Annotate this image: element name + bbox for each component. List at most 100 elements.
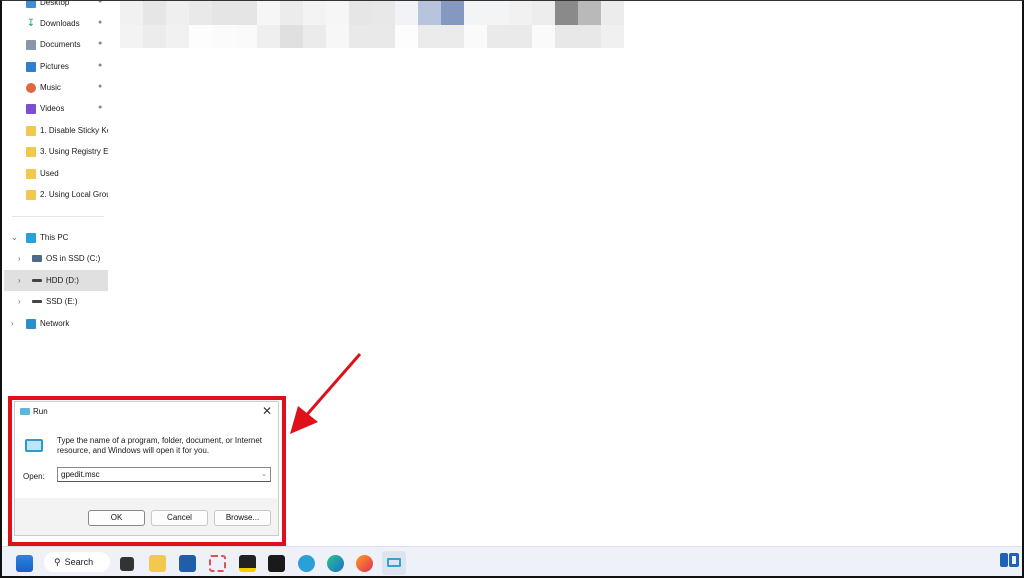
mosaic-cell — [578, 24, 602, 48]
search-icon: ⚲ — [54, 556, 61, 567]
nav-label: Pictures — [40, 62, 69, 71]
obs-icon[interactable] — [268, 555, 285, 572]
chevron-right-icon[interactable]: › — [18, 276, 21, 285]
nav-item-videos[interactable]: Videos ● — [4, 98, 108, 119]
mosaic-cell — [120, 1, 143, 25]
file-explorer-icon[interactable] — [149, 555, 166, 572]
nav-item-music[interactable]: Music ● — [4, 77, 108, 98]
pin-icon[interactable]: ● — [98, 104, 102, 111]
drive-icon — [32, 300, 42, 303]
pin-icon[interactable]: ● — [98, 1, 102, 5]
mosaic-cell — [257, 1, 281, 25]
nav-item-this-pc[interactable]: ⌄ This PC — [4, 227, 108, 248]
mosaic-cell — [532, 24, 556, 48]
pictures-icon — [26, 61, 36, 72]
start-icon[interactable] — [16, 555, 33, 572]
mosaic-cell — [463, 1, 487, 25]
mosaic-cell — [165, 24, 189, 48]
watermark-logo-icon — [998, 551, 1022, 573]
mosaic-cell — [257, 24, 281, 48]
taskbar: ⚲ Search — [2, 546, 1022, 576]
nav-item-network[interactable]: › Network — [4, 313, 108, 334]
nav-label: HDD (D:) — [46, 276, 79, 285]
mosaic-cell — [371, 24, 395, 48]
nav-label: Used — [40, 169, 59, 178]
mosaic-cell — [371, 1, 395, 25]
nav-item-desktop[interactable]: Desktop ● — [4, 0, 108, 13]
chevron-down-icon[interactable]: ⌄ — [11, 233, 18, 242]
search-label: Search — [64, 557, 94, 567]
mosaic-cell — [349, 1, 372, 25]
task-view-icon[interactable] — [120, 557, 134, 571]
mosaic-cell — [509, 1, 533, 25]
edge-icon[interactable] — [327, 555, 344, 572]
nav-item-folder[interactable]: 3. Using Registry Ec — [4, 141, 108, 162]
nav-item-folder[interactable]: 1. Disable Sticky Ke — [4, 120, 108, 141]
desktop-icon — [26, 1, 36, 8]
mosaic-cell — [234, 1, 258, 25]
taskbar-search[interactable]: ⚲ Search — [44, 552, 110, 572]
pin-icon[interactable]: ● — [98, 83, 102, 90]
nav-item-folder[interactable]: 2. Using Local Grou — [4, 184, 108, 205]
pin-icon[interactable]: ● — [98, 62, 102, 69]
nav-item-documents[interactable]: Documents ● — [4, 34, 108, 55]
music-icon — [26, 82, 36, 93]
mosaic-cell — [509, 24, 533, 48]
mosaic-cell — [555, 24, 579, 48]
mosaic-cell — [280, 24, 304, 48]
mosaic-cell — [120, 24, 143, 48]
run-taskbar-icon[interactable] — [382, 551, 406, 575]
nav-item-drive-d[interactable]: › HDD (D:) — [4, 270, 108, 291]
nav-label: Videos — [40, 104, 65, 113]
screen: Desktop ● ↧ Downloads ● Documents ● Pict… — [0, 0, 1024, 578]
chevron-right-icon[interactable]: › — [18, 254, 21, 263]
nav-item-drive-c[interactable]: › OS in SSD (C:) — [4, 248, 108, 269]
chevron-right-icon[interactable]: › — [18, 297, 21, 306]
sticky-notes-icon[interactable] — [239, 555, 256, 572]
mosaic-cell — [142, 1, 166, 25]
mosaic-cell — [303, 1, 327, 25]
mosaic-cell — [165, 1, 189, 25]
microsoft-store-icon[interactable] — [179, 555, 196, 572]
nav-label: 1. Disable Sticky Ke — [40, 126, 108, 135]
download-icon: ↧ — [26, 17, 36, 29]
nav-label: This PC — [40, 233, 69, 242]
highlight-box — [8, 396, 286, 546]
annotation-arrow — [290, 353, 362, 434]
chevron-right-icon[interactable]: › — [11, 319, 14, 328]
documents-icon — [26, 39, 36, 50]
folder-icon — [26, 168, 36, 179]
snipping-tool-icon[interactable] — [209, 555, 226, 572]
folder-icon — [26, 189, 36, 200]
mosaic-cell — [142, 24, 166, 48]
arrow-head — [290, 406, 318, 434]
mosaic-cell — [578, 1, 602, 25]
nav-item-pictures[interactable]: Pictures ● — [4, 56, 108, 77]
mosaic-cell — [486, 1, 510, 25]
mosaic-cell — [601, 1, 624, 25]
nav-item-downloads[interactable]: ↧ Downloads ● — [4, 13, 108, 34]
nav-label: Music — [40, 83, 61, 92]
telegram-icon[interactable] — [298, 555, 315, 572]
divider — [12, 216, 104, 217]
nav-item-drive-e[interactable]: › SSD (E:) — [4, 291, 108, 312]
pin-icon[interactable]: ● — [98, 19, 102, 26]
nav-label: 3. Using Registry Ec — [40, 147, 108, 156]
firefox-icon[interactable] — [356, 555, 373, 572]
mosaic-cell — [188, 1, 212, 25]
mosaic-cell — [211, 1, 235, 25]
nav-item-folder[interactable]: Used — [4, 163, 108, 184]
drive-icon — [32, 279, 42, 282]
folder-icon — [26, 125, 36, 136]
nav-label: Desktop — [40, 0, 70, 7]
mosaic-cell — [303, 24, 327, 48]
nav-label: SSD (E:) — [46, 297, 78, 306]
mosaic-cell — [326, 24, 350, 48]
arrow-shaft — [302, 353, 362, 419]
nav-label: Downloads — [40, 19, 80, 28]
mosaic-cell — [394, 24, 418, 48]
videos-icon — [26, 103, 36, 114]
pin-icon[interactable]: ● — [98, 40, 102, 47]
nav-label: OS in SSD (C:) — [46, 254, 101, 263]
mosaic-cell — [280, 1, 304, 25]
